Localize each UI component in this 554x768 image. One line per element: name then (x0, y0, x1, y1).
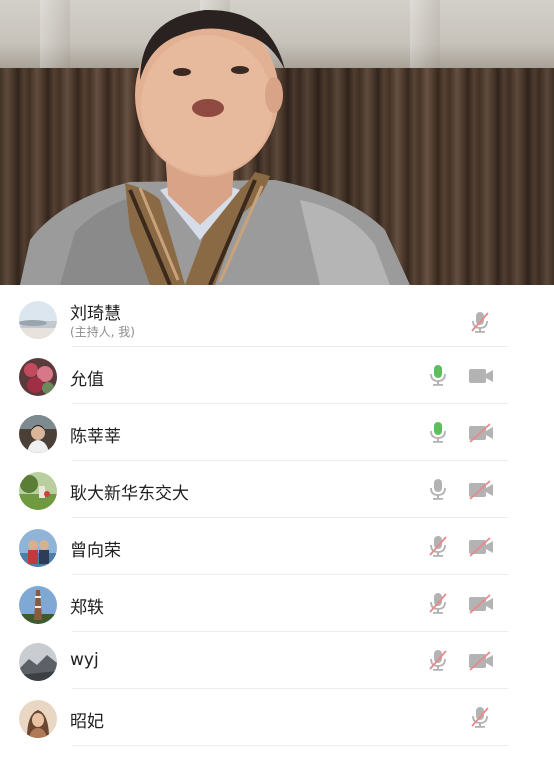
participant-row[interactable]: 刘琦慧 (主持人, 我) (0, 290, 554, 347)
mic-muted-icon[interactable] (426, 648, 450, 672)
camera-off-icon[interactable] (468, 594, 494, 614)
participant-name: 郑轶 (70, 598, 104, 618)
participant-list: 刘琦慧 (主持人, 我) 允值 陈莘莘 耿大新华东交大 曾向荣 郑轶 wyj 昭… (0, 285, 554, 768)
participant-row[interactable]: 郑轶 (0, 575, 554, 632)
mic-icon[interactable] (426, 477, 450, 501)
camera-off-icon[interactable] (468, 480, 494, 500)
speaker-video[interactable] (0, 0, 554, 285)
avatar (19, 529, 57, 567)
participant-row[interactable]: 昭妃 (0, 689, 554, 746)
participant-name: 陈莘莘 (70, 427, 121, 447)
participant-name: 昭妃 (70, 712, 104, 732)
participant-role: (主持人, 我) (70, 325, 135, 339)
camera-off-icon[interactable] (468, 651, 494, 671)
mic-active-icon[interactable] (426, 420, 450, 444)
camera-on-icon[interactable] (468, 366, 494, 386)
avatar (19, 700, 57, 738)
avatar (19, 586, 57, 624)
mic-muted-icon[interactable] (468, 310, 492, 334)
avatar (19, 358, 57, 396)
avatar (19, 415, 57, 453)
mic-active-icon[interactable] (426, 363, 450, 387)
avatar (19, 301, 57, 339)
participant-row[interactable]: 允值 (0, 347, 554, 404)
participant-name: 耿大新华东交大 (70, 484, 189, 504)
camera-off-icon[interactable] (468, 537, 494, 557)
avatar (19, 643, 57, 681)
mic-muted-icon[interactable] (426, 591, 450, 615)
participant-row[interactable]: 耿大新华东交大 (0, 461, 554, 518)
participant-name: 刘琦慧 (70, 304, 121, 324)
participant-name: 曾向荣 (70, 541, 121, 561)
mic-muted-icon[interactable] (426, 534, 450, 558)
participant-row[interactable]: 曾向荣 (0, 518, 554, 575)
mic-muted-icon[interactable] (468, 705, 492, 729)
avatar (19, 472, 57, 510)
participant-name: 允值 (70, 370, 104, 390)
participant-name: wyj (70, 650, 99, 670)
participant-row[interactable]: wyj (0, 632, 554, 689)
meeting-screen: 刘琦慧 (主持人, 我) 允值 陈莘莘 耿大新华东交大 曾向荣 郑轶 wyj 昭… (0, 0, 554, 768)
camera-off-icon[interactable] (468, 423, 494, 443)
speaker-figure (20, 9, 410, 285)
participant-row[interactable]: 陈莘莘 (0, 404, 554, 461)
